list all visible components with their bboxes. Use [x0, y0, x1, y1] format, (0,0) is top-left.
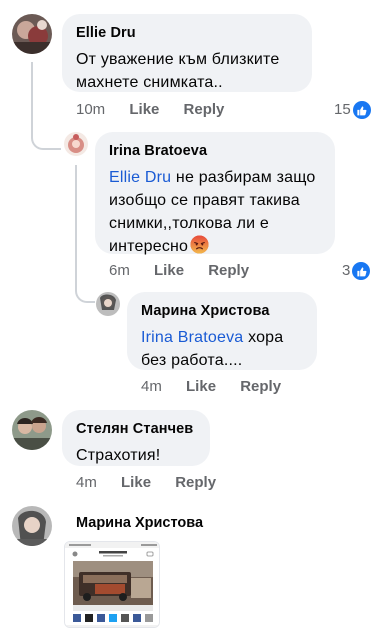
angry-face-emoji-icon — [190, 235, 209, 254]
reply-button[interactable]: Reply — [240, 377, 281, 397]
avatar[interactable] — [64, 132, 88, 156]
avatar[interactable] — [12, 506, 52, 546]
comment-bubble: Марина Христова Irina Bratoeva хора без … — [127, 292, 317, 370]
comment-time: 10m — [76, 101, 106, 118]
comment-author[interactable]: Ellie Dru — [76, 24, 298, 42]
thread-line — [31, 62, 61, 150]
comment-text: Irina Bratoeva хора без работа.... — [141, 326, 303, 372]
comment-author[interactable]: Стелян Станчев — [76, 420, 196, 438]
avatar[interactable] — [12, 410, 52, 450]
like-button[interactable]: Like — [154, 261, 184, 281]
reaction-count: 15 — [334, 101, 351, 118]
avatar[interactable] — [96, 292, 120, 316]
like-thumb-icon — [352, 101, 371, 119]
comment-time: 4m — [141, 378, 162, 395]
like-button[interactable]: Like — [129, 100, 159, 120]
comment-text: От уважение към близките махнете снимкат… — [76, 51, 280, 91]
like-button[interactable]: Like — [186, 377, 216, 397]
comment-bubble: Стелян Станчев Страхотия! — [62, 410, 210, 466]
reply-button[interactable]: Reply — [175, 473, 216, 493]
reaction-summary[interactable]: 15 — [334, 100, 371, 120]
screenshot-thumbnail — [65, 542, 159, 627]
mention-link[interactable]: Ellie Dru — [109, 169, 171, 186]
like-thumb-icon — [352, 262, 371, 280]
comment-actions: 6m Like Reply — [109, 261, 269, 281]
thread-line — [75, 165, 95, 303]
comment-time: 4m — [76, 474, 97, 491]
comment-author[interactable]: Irina Bratoeva — [109, 142, 321, 160]
like-button[interactable]: Like — [121, 473, 151, 493]
avatar[interactable] — [12, 14, 52, 54]
comment-actions: 10m Like Reply — [76, 100, 244, 120]
comment-time: 6m — [109, 262, 130, 279]
comment-text: Ellie Dru не разбирам защо изобщо се пра… — [109, 166, 321, 258]
comment-author[interactable]: Марина Христова — [76, 514, 203, 532]
comment-actions: 4m Like Reply — [76, 473, 236, 493]
attached-screenshot-image[interactable] — [64, 541, 160, 628]
reply-button[interactable]: Reply — [184, 100, 225, 120]
reply-button[interactable]: Reply — [208, 261, 249, 281]
comment-bubble: Irina Bratoeva Ellie Dru не разбирам защ… — [95, 132, 335, 255]
comment-actions: 4m Like Reply — [141, 377, 301, 397]
comment-bubble: Ellie Dru От уважение към близките махне… — [62, 14, 312, 92]
reaction-count: 3 — [342, 262, 351, 279]
comment-author[interactable]: Марина Христова — [141, 302, 303, 320]
mention-link[interactable]: Irina Bratoeva — [141, 329, 243, 346]
reaction-summary[interactable]: 3 — [342, 261, 371, 281]
comment-text: Страхотия! — [76, 447, 161, 464]
